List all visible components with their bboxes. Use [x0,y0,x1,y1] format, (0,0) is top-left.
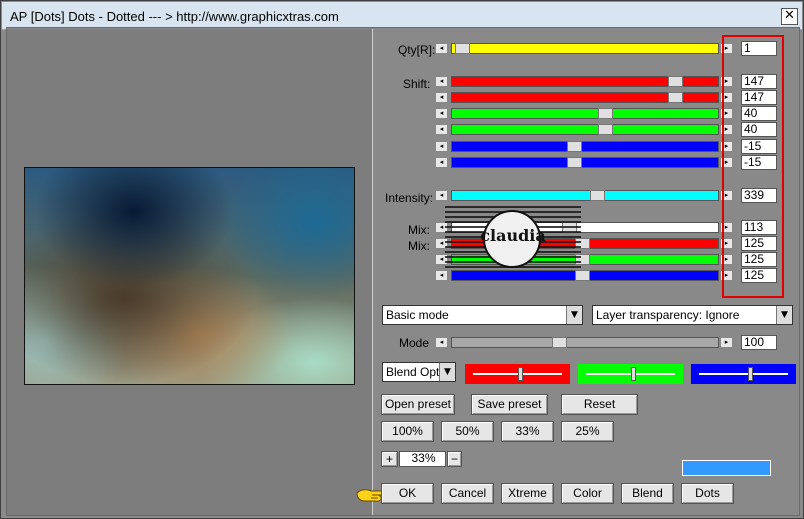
close-button[interactable]: ✕ [781,8,798,25]
arrow-left-icon[interactable]: ◂ [435,92,448,103]
intensity-slider[interactable] [451,190,719,201]
slider-line [699,373,788,375]
mix-label: Mix: [408,223,430,237]
layer-transparency-dropdown[interactable]: Layer transparency: Ignore ▼ [592,305,793,325]
intensity-slider-thumb[interactable] [590,190,605,201]
shift-6-slider[interactable] [451,157,719,168]
chevron-down-icon: ▼ [439,363,455,381]
title-bar: AP [Dots] Dots - Dotted --- > http://www… [2,2,802,30]
arrow-left-icon[interactable]: ◂ [435,124,448,135]
zoom-100-button[interactable]: 100% [381,421,434,442]
slider-knob[interactable] [518,367,523,381]
chevron-down-icon: ▼ [566,306,582,324]
arrow-left-icon[interactable]: ◂ [435,190,448,201]
arrow-left-icon[interactable]: ◂ [435,108,448,119]
shift-2-slider[interactable] [451,92,719,103]
watermark-logo: claudia [445,206,581,270]
shift-3-slider-thumb[interactable] [598,108,613,119]
intensity-label: Intensity: [385,191,434,205]
zoom-value-field[interactable]: 33% [399,451,446,467]
preview-image[interactable] [24,167,355,385]
shift-5-slider[interactable] [451,141,719,152]
color-button[interactable]: Color [561,483,614,504]
zoom-out-button[interactable]: − [447,451,462,467]
green-color-slider[interactable] [578,364,683,384]
blend-options-dropdown[interactable]: Blend Optio ▼ [382,362,456,382]
reset-button[interactable]: Reset [561,394,638,415]
zoom-33-button[interactable]: 33% [501,421,554,442]
blend-button[interactable]: Blend [621,483,674,504]
highlight-rectangle [722,35,784,298]
plugin-dialog-window: AP [Dots] Dots - Dotted --- > http://www… [0,0,804,519]
ok-button[interactable]: OK [381,483,434,504]
mix-4-slider[interactable] [451,270,719,281]
qty-slider[interactable] [451,43,719,54]
qty-slider-thumb[interactable] [455,43,470,54]
shift-6-slider-thumb[interactable] [567,157,582,168]
basic-mode-value: Basic mode [386,308,449,322]
open-preset-button[interactable]: Open preset [381,394,455,415]
zoom-50-button[interactable]: 50% [441,421,494,442]
mode-label: Mode [399,336,430,350]
mode-value-field[interactable]: 100 [741,335,777,350]
shift-1-slider-thumb[interactable] [668,76,683,87]
color-swatch[interactable] [682,460,771,476]
window-title: AP [Dots] Dots - Dotted --- > http://www… [10,9,339,24]
arrow-left-icon[interactable]: ◂ [435,270,448,281]
shift-5-slider-thumb[interactable] [567,141,582,152]
mode-slider[interactable] [451,337,719,348]
watermark-text: claudia [480,226,546,245]
red-color-slider[interactable] [465,364,570,384]
arrow-left-icon[interactable]: ◂ [435,76,448,87]
chevron-down-icon: ▼ [776,306,792,324]
layer-transparency-value: Layer transparency: Ignore [596,308,740,322]
arrow-left-icon[interactable]: ◂ [435,157,448,168]
mix-4-slider-thumb[interactable] [575,270,590,281]
shift-4-slider-thumb[interactable] [598,124,613,135]
arrow-right-icon[interactable]: ▸ [720,337,733,348]
save-preset-button[interactable]: Save preset [471,394,548,415]
zoom-in-button[interactable]: + [381,451,398,467]
shift-2-slider-thumb[interactable] [668,92,683,103]
arrow-left-icon[interactable]: ◂ [435,337,448,348]
xtreme-button[interactable]: Xtreme [501,483,554,504]
mix-label-2: Mix: [408,239,430,253]
blue-color-slider[interactable] [691,364,796,384]
shift-3-slider[interactable] [451,108,719,119]
shift-4-slider[interactable] [451,124,719,135]
dots-button[interactable]: Dots [681,483,734,504]
basic-mode-dropdown[interactable]: Basic mode ▼ [382,305,583,325]
slider-knob[interactable] [748,367,753,381]
shift-1-slider[interactable] [451,76,719,87]
arrow-left-icon[interactable]: ◂ [435,141,448,152]
qty-label: Qty[R]: [398,43,436,57]
zoom-25-button[interactable]: 25% [561,421,614,442]
cancel-button[interactable]: Cancel [441,483,494,504]
shift-label: Shift: [403,77,431,91]
slider-knob[interactable] [631,367,636,381]
arrow-left-icon[interactable]: ◂ [435,43,448,54]
mode-slider-thumb[interactable] [552,337,567,348]
